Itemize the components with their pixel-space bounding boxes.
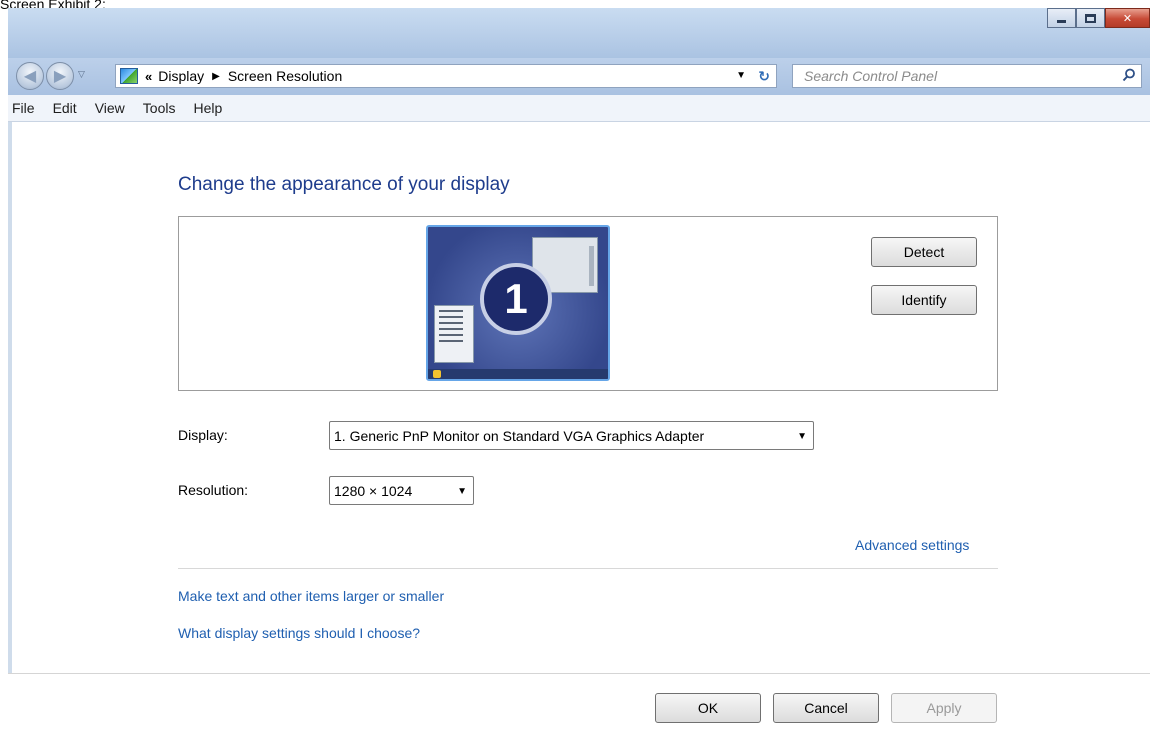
monitor-1-thumbnail[interactable]: 1 <box>426 225 610 381</box>
resolution-select[interactable]: 1280 × 1024 ▼ <box>329 476 474 505</box>
menu-help[interactable]: Help <box>193 100 222 116</box>
address-bar[interactable]: « Display ▶ Screen Resolution ▼ ↻ <box>115 64 777 88</box>
menu-bar: File Edit View Tools Help <box>8 95 1150 122</box>
ok-button[interactable]: OK <box>655 693 761 723</box>
resolution-label: Resolution: <box>178 482 249 498</box>
menu-file[interactable]: File <box>12 100 35 116</box>
recent-pages-dropdown[interactable]: ▽ <box>78 69 85 80</box>
monitor-taskbar-graphic <box>428 369 608 379</box>
display-select[interactable]: 1. Generic PnP Monitor on Standard VGA G… <box>329 421 814 450</box>
detect-button[interactable]: Detect <box>871 237 977 267</box>
address-chevron[interactable]: « <box>145 69 152 84</box>
chevron-down-icon: ▼ <box>457 486 467 497</box>
search-input[interactable]: Search Control Panel <box>792 64 1142 88</box>
address-dropdown-icon[interactable]: ▼ <box>736 70 746 81</box>
close-icon: ✕ <box>1122 12 1133 25</box>
breadcrumb-screen-resolution[interactable]: Screen Resolution <box>228 68 342 84</box>
start-orb-icon <box>433 370 441 378</box>
title-bar: ✕ <box>8 8 1150 58</box>
menu-view[interactable]: View <box>95 100 125 116</box>
forward-arrow-icon: ▶ <box>53 68 67 85</box>
back-button[interactable]: ◀ <box>16 62 44 90</box>
breadcrumb-display[interactable]: Display <box>158 68 204 84</box>
monitor-number-badge: 1 <box>480 263 552 335</box>
forward-button[interactable]: ▶ <box>46 62 74 90</box>
minimize-icon <box>1057 19 1066 23</box>
page-title: Change the appearance of your display <box>178 174 510 195</box>
navigation-bar: ◀ ▶ ▽ « Display ▶ Screen Resolution ▼ ↻ … <box>8 58 1150 95</box>
maximize-button[interactable] <box>1076 8 1105 28</box>
window-controls: ✕ <box>1047 8 1150 28</box>
identify-button[interactable]: Identify <box>871 285 977 315</box>
back-arrow-icon: ◀ <box>23 68 37 85</box>
search-icon[interactable] <box>1122 68 1136 82</box>
text-size-link[interactable]: Make text and other items larger or smal… <box>178 588 444 604</box>
divider <box>178 568 998 569</box>
menu-edit[interactable]: Edit <box>53 100 77 116</box>
control-panel-icon <box>120 68 138 84</box>
search-placeholder: Search Control Panel <box>804 68 938 84</box>
left-border <box>8 122 12 744</box>
breadcrumb-separator-icon[interactable]: ▶ <box>212 71 220 82</box>
monitor-preview-panel: 1 Detect Identify <box>178 216 998 391</box>
resolution-select-value: 1280 × 1024 <box>334 482 413 499</box>
advanced-settings-link[interactable]: Advanced settings <box>855 537 969 553</box>
refresh-icon[interactable]: ↻ <box>758 68 770 85</box>
dialog-footer: OK Cancel Apply <box>8 673 1150 744</box>
apply-button[interactable]: Apply <box>891 693 997 723</box>
close-button[interactable]: ✕ <box>1105 8 1150 28</box>
chevron-down-icon: ▼ <box>797 431 807 442</box>
monitor-start-menu-graphic <box>434 305 474 363</box>
display-help-link[interactable]: What display settings should I choose? <box>178 625 420 641</box>
control-panel-window: ✕ ◀ ▶ ▽ « Display ▶ Screen Resolution ▼ … <box>8 8 1150 744</box>
cancel-button[interactable]: Cancel <box>773 693 879 723</box>
maximize-icon <box>1085 13 1096 23</box>
minimize-button[interactable] <box>1047 8 1076 28</box>
display-select-value: 1. Generic PnP Monitor on Standard VGA G… <box>334 427 705 444</box>
display-label: Display: <box>178 427 228 443</box>
menu-tools[interactable]: Tools <box>143 100 176 116</box>
